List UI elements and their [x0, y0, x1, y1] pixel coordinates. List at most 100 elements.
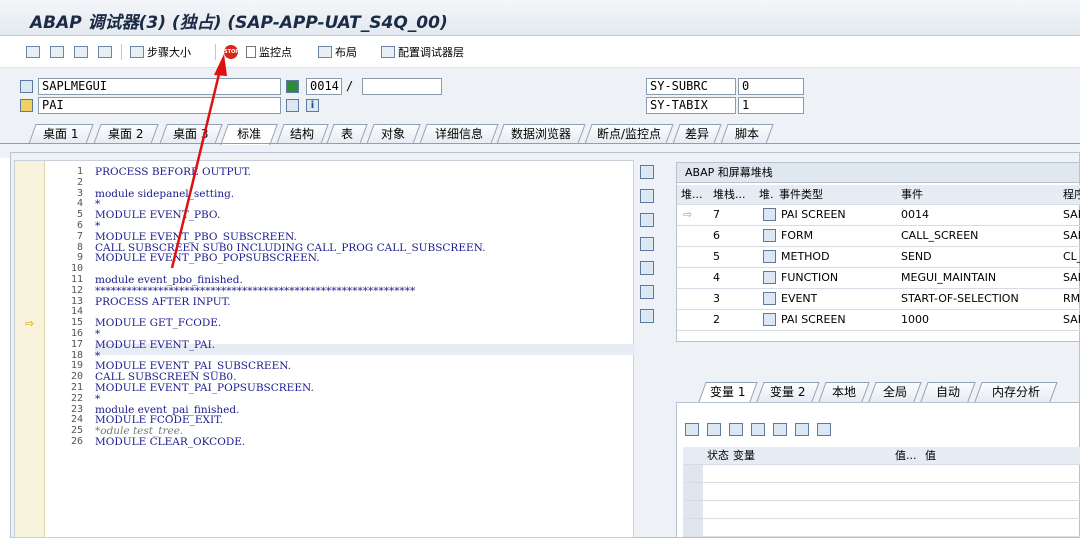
variable-row[interactable] [683, 519, 1080, 537]
code-line[interactable]: PROCESS BEFORE OUTPUT. [95, 167, 251, 178]
step-into-icon[interactable] [26, 44, 43, 60]
insert-icon[interactable] [707, 423, 721, 436]
info-icon[interactable]: i [306, 99, 319, 112]
sy-tabix-value[interactable]: 1 [738, 97, 804, 114]
code-line[interactable]: *odule test_tree. [95, 426, 183, 437]
tab-3[interactable]: 标准 [220, 124, 278, 145]
tab-8[interactable]: 数据浏览器 [496, 124, 586, 144]
variable-tab-0[interactable]: 变量 1 [698, 382, 758, 402]
layout-button[interactable]: 布局 [318, 44, 357, 60]
new-tool-icon[interactable] [640, 189, 654, 203]
column-header[interactable]: 事件 [901, 185, 923, 205]
step-over-icon[interactable] [50, 44, 67, 60]
watchpoint-button[interactable]: 监控点 [246, 44, 292, 60]
refresh-icon[interactable] [640, 285, 654, 299]
sort-icon[interactable] [773, 423, 787, 436]
call-stack-row[interactable]: 4 FUNCTION MEGUI_MAINTAIN SAP [677, 268, 1080, 289]
code-line[interactable]: MODULE EVENT_PBO_SUBSCREEN. [95, 232, 297, 243]
code-line[interactable]: * [95, 221, 100, 232]
call-stack-row[interactable]: 2 PAI SCREEN 1000 SAP [677, 310, 1080, 331]
delete-icon[interactable] [685, 423, 699, 436]
row-selector[interactable] [683, 483, 703, 500]
code-line[interactable]: CALL SUBSCREEN SUB0. [95, 372, 236, 383]
tab-0[interactable]: 桌面 1 [28, 124, 94, 144]
column-header[interactable]: 值... [895, 447, 917, 465]
code-line[interactable]: * [95, 329, 100, 340]
column-header[interactable]: 变量 [733, 447, 755, 465]
code-line[interactable]: MODULE FCODE_EXIT. [95, 415, 223, 426]
continue-icon[interactable] [98, 44, 115, 60]
close-icon[interactable] [640, 165, 654, 179]
stop-button[interactable]: STOP [224, 44, 239, 60]
call-stack-row[interactable]: ⇨ 7 PAI SCREEN 0014 SAP [677, 205, 1080, 226]
export-icon[interactable] [795, 423, 809, 436]
call-stack-row[interactable]: 6 FORM CALL_SCREEN SAP [677, 226, 1080, 247]
code-line[interactable]: MODULE EVENT_PBO_POPSUBSCREEN. [95, 253, 320, 264]
code-line[interactable]: PROCESS AFTER INPUT. [95, 296, 230, 307]
code-line[interactable]: module event_pai_finished. [95, 404, 239, 415]
column-header[interactable]: 堆... [681, 185, 703, 205]
variable-row[interactable] [683, 465, 1080, 483]
code-line[interactable]: CALL SUBSCREEN SUB0 INCLUDING CALL_PROG … [95, 242, 486, 253]
code-line[interactable]: module sidepanel_setting. [95, 188, 234, 199]
code-line[interactable]: MODULE EVENT_PBO. [95, 210, 220, 221]
event-field[interactable]: PAI [38, 97, 281, 114]
program-field[interactable]: SAPLMEGUI [38, 78, 281, 95]
code-line[interactable]: ****************************************… [95, 286, 415, 297]
code-line[interactable]: * [95, 394, 100, 405]
maximize-icon[interactable] [640, 237, 654, 251]
variable-tab-4[interactable]: 自动 [920, 382, 976, 402]
source-editor[interactable]: 1 PROCESS BEFORE OUTPUT. 2 3 module sidepane… [14, 160, 635, 538]
code-line[interactable]: MODULE GET_FCODE. [95, 318, 221, 329]
variable-tab-2[interactable]: 本地 [818, 382, 870, 402]
column-header[interactable]: 值 [925, 447, 936, 465]
code-line[interactable]: * [95, 350, 100, 361]
column-header[interactable]: 状态 [707, 447, 729, 465]
tab-6[interactable]: 对象 [366, 124, 421, 144]
sy-subrc-value[interactable]: 0 [738, 78, 804, 95]
call-stack-row[interactable]: 3 EVENT START-OF-SELECTION RM_ [677, 289, 1080, 310]
tab-9[interactable]: 断点/监控点 [584, 124, 674, 144]
append-icon[interactable] [729, 423, 743, 436]
variable-tab-1[interactable]: 变量 2 [756, 382, 820, 402]
code-line[interactable]: module event_pbo_finished. [95, 275, 243, 286]
event-type-icon [763, 271, 776, 284]
code-line[interactable]: MODULE CLEAR_OKCODE. [95, 437, 245, 448]
variable-tab-3[interactable]: 全局 [868, 382, 922, 402]
layout-icon [318, 46, 332, 58]
tab-5[interactable]: 表 [326, 124, 368, 144]
column-header[interactable]: 程序 [1063, 185, 1080, 205]
settings-icon[interactable] [640, 309, 654, 323]
column-header[interactable]: 堆. [759, 185, 774, 205]
call-stack-row[interactable]: 5 METHOD SEND CL_ [677, 247, 1080, 268]
config-layers-button[interactable]: 配置调试器层 [381, 44, 464, 60]
swap-icon[interactable] [640, 213, 654, 227]
code-line[interactable]: * [95, 199, 100, 210]
column-header[interactable]: 堆栈... [713, 185, 746, 205]
row-selector[interactable] [683, 465, 703, 482]
code-line[interactable]: MODULE EVENT_PAI_SUBSCREEN. [95, 361, 291, 372]
tab-4[interactable]: 结构 [276, 124, 329, 144]
tab-10[interactable]: 差异 [672, 124, 722, 144]
screen-icon [286, 80, 299, 93]
filter-icon[interactable] [817, 423, 831, 436]
restore-icon[interactable] [640, 261, 654, 275]
code-line[interactable]: MODULE EVENT_PAI. [95, 340, 215, 351]
variable-row[interactable] [683, 501, 1080, 519]
row-selector[interactable] [683, 519, 703, 536]
step-size-button[interactable]: 步骤大小 [130, 44, 191, 60]
variable-tab-5[interactable]: 内存分析 [974, 382, 1058, 402]
screen-field[interactable]: 0014 [306, 78, 342, 95]
step-return-icon[interactable] [74, 44, 91, 60]
code-line[interactable]: MODULE EVENT_PAI_POPSUBSCREEN. [95, 383, 314, 394]
column-header[interactable]: 事件类型 [779, 185, 823, 205]
tab-2[interactable]: 桌面 3 [159, 124, 223, 144]
tab-1[interactable]: 桌面 2 [93, 124, 159, 144]
screen-total-field[interactable] [362, 78, 442, 95]
variable-row[interactable] [683, 483, 1080, 501]
copy-icon[interactable] [751, 423, 765, 436]
event-detail-icon[interactable] [286, 99, 299, 112]
tab-7[interactable]: 详细信息 [419, 124, 499, 144]
tab-11[interactable]: 脚本 [720, 124, 774, 144]
row-selector[interactable] [683, 501, 703, 518]
